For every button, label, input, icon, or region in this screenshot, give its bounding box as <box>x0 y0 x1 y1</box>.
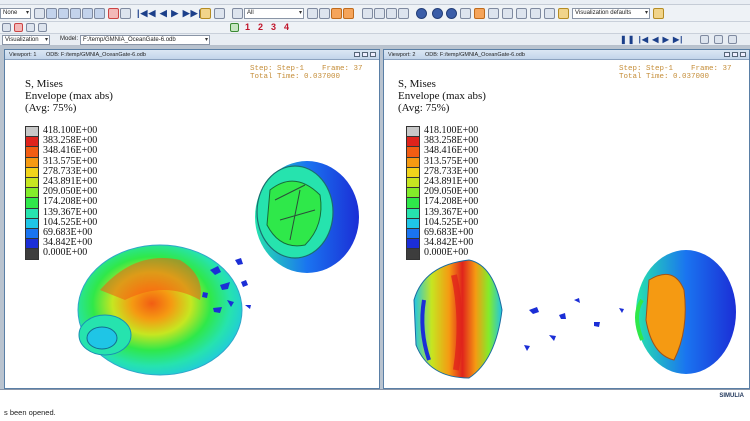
selection-mode-dropdown[interactable]: None ▾ <box>0 8 31 19</box>
viewport-2-titlebar: Viewport: 2 ODB: F:/temp/GMNIA_OceanGate… <box>384 50 749 60</box>
grid-icon[interactable] <box>214 8 225 19</box>
query-icon[interactable] <box>474 8 485 19</box>
module-dropdown[interactable]: Visualization ▾ <box>2 35 50 45</box>
text-annotation-icon[interactable] <box>14 23 23 32</box>
select-tool-icon[interactable] <box>34 8 45 19</box>
options-icon[interactable] <box>714 35 723 44</box>
movie-icon[interactable] <box>700 35 709 44</box>
frame-controls[interactable]: |◀◀ ◀ ▶ ▶▶| <box>137 8 202 19</box>
viewport-1-window-controls <box>354 52 376 57</box>
model-value: F:/temp/GMNIA_OceanGate-6.odb <box>83 37 176 43</box>
secondary-toolbar: 1 2 3 4 <box>0 22 750 34</box>
chevron-down-icon: ▾ <box>298 10 302 16</box>
view-front-icon[interactable] <box>362 8 373 19</box>
magnify-icon[interactable] <box>70 8 81 19</box>
arrow-icon[interactable] <box>2 23 11 32</box>
report-icon[interactable] <box>200 8 211 19</box>
chevron-down-icon: ▾ <box>644 10 648 16</box>
filter-dropdown[interactable]: All ▾ <box>244 8 304 19</box>
render-wire-icon[interactable] <box>446 8 457 19</box>
visualization-defaults-dropdown[interactable]: Visualization defaults ▾ <box>572 8 650 19</box>
info-icon[interactable] <box>416 8 427 19</box>
viewport-2-model-view <box>413 250 736 379</box>
remove-icon[interactable] <box>343 8 354 19</box>
close-icon[interactable] <box>740 52 746 57</box>
chevron-down-icon: ▾ <box>25 10 29 16</box>
pick-icon[interactable] <box>488 8 499 19</box>
pan-icon[interactable] <box>46 8 57 19</box>
zoom-icon[interactable] <box>82 8 93 19</box>
close-icon[interactable] <box>370 52 376 57</box>
view-back-icon[interactable] <box>374 8 385 19</box>
maximize-icon[interactable] <box>362 52 368 57</box>
context-bar: Visualization ▾ Model: F:/temp/GMNIA_Ocea… <box>0 34 750 46</box>
toggle-icon[interactable] <box>331 8 342 19</box>
module-value: Visualization <box>5 37 39 43</box>
legend-icon[interactable] <box>544 8 555 19</box>
rotate-icon[interactable] <box>58 8 69 19</box>
display-group-icon[interactable] <box>307 8 318 19</box>
box-zoom-icon[interactable] <box>94 8 105 19</box>
viewport-1-titlebar: Viewport: 1 ODB: F:/temp/GMNIA_OceanGate… <box>5 50 379 60</box>
hull-flange-inner <box>86 326 118 350</box>
visualization-defaults-value: Visualization defaults <box>575 10 632 16</box>
viewport-1[interactable]: Viewport: 1 ODB: F:/temp/GMNIA_OceanGate… <box>4 49 380 389</box>
viewport-1-button[interactable]: 1 <box>245 22 250 33</box>
simulia-logo: SIMULIA <box>719 393 744 399</box>
animation-controls[interactable]: ❚❚ |◀ ◀ ▶ ▶| <box>620 34 683 45</box>
chevron-down-icon: ▾ <box>44 37 48 43</box>
maximize-icon[interactable] <box>732 52 738 57</box>
camera-icon[interactable] <box>530 8 541 19</box>
deformed-shape-icon[interactable] <box>230 23 239 32</box>
viewport-2-window-controls <box>724 52 746 57</box>
viewport-1-odb: ODB: F:/temp/GMNIA_OceanGate-6.odb <box>45 52 146 58</box>
polyline-icon[interactable] <box>26 23 35 32</box>
selection-mode-value: None <box>3 10 18 16</box>
main-toolbar: None ▾ |◀◀ ◀ ▶ ▶▶| All ▾ Visualization def… <box>0 5 750 22</box>
viewport-2-odb: ODB: F:/temp/GMNIA_OceanGate-6.odb <box>424 52 525 58</box>
palette-icon[interactable] <box>558 8 569 19</box>
fit-view-icon[interactable] <box>108 8 119 19</box>
minimize-icon[interactable] <box>354 52 360 57</box>
perspective-icon[interactable] <box>460 8 471 19</box>
pointer-icon[interactable] <box>232 8 243 19</box>
render-solid-icon[interactable] <box>432 8 443 19</box>
message-area: SIMULIA s been opened. <box>0 389 750 421</box>
model-dropdown[interactable]: F:/temp/GMNIA_OceanGate-6.odb ▾ <box>80 35 210 45</box>
color-code-icon[interactable] <box>653 8 664 19</box>
light-icon[interactable] <box>516 8 527 19</box>
chevron-down-icon: ▾ <box>204 37 208 43</box>
model-label: Model: <box>60 36 79 42</box>
viewport-3-button[interactable]: 3 <box>271 22 276 33</box>
cycle-icon[interactable] <box>120 8 131 19</box>
viewport-1-model-view <box>77 161 359 376</box>
view-iso-icon[interactable] <box>398 8 409 19</box>
view-left-icon[interactable] <box>386 8 397 19</box>
translucency-icon[interactable] <box>502 8 513 19</box>
viewport-2-button[interactable]: 2 <box>258 22 263 33</box>
viewport-2-title: Viewport: 2 <box>388 52 416 58</box>
status-message: s been opened. <box>4 408 56 417</box>
cycle-viewports-icon[interactable] <box>728 35 737 44</box>
minimize-icon[interactable] <box>724 52 730 57</box>
viewport-1-title: Viewport: 1 <box>9 52 37 58</box>
viewport-2[interactable]: Viewport: 2 ODB: F:/temp/GMNIA_OceanGate… <box>383 49 750 389</box>
overlay-icon[interactable] <box>38 23 47 32</box>
filter-value: All <box>247 10 254 16</box>
replace-icon[interactable] <box>319 8 330 19</box>
viewport-4-button[interactable]: 4 <box>284 22 289 33</box>
debris-fragments <box>524 298 624 351</box>
